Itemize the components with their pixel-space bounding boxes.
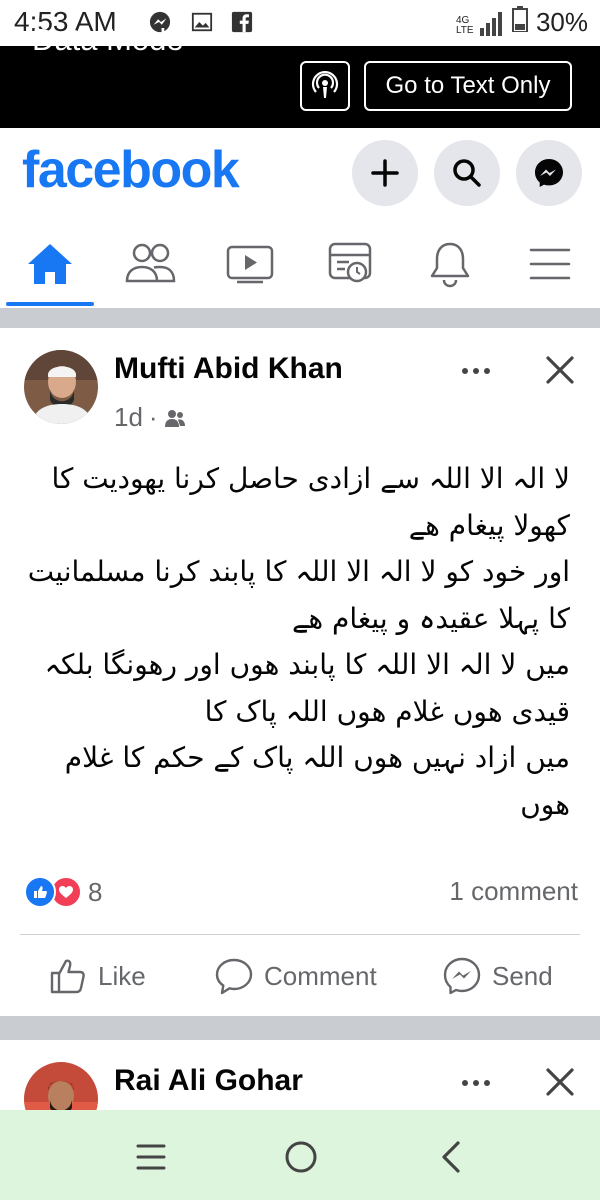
active-tab-indicator [6, 302, 94, 306]
recents-icon [136, 1144, 166, 1170]
hide-post-button[interactable] [540, 1062, 580, 1102]
facebook-logo[interactable]: facebook [22, 140, 240, 200]
like-reaction-icon [24, 876, 56, 908]
more-options-button[interactable] [456, 1068, 496, 1098]
home-button[interactable] [276, 1132, 326, 1182]
post-divider [20, 934, 580, 935]
friends-icon [125, 243, 176, 283]
feed-separator [0, 1016, 600, 1040]
facebook-icon [230, 10, 254, 34]
tab-menu[interactable] [518, 232, 582, 296]
home-icon [28, 244, 72, 284]
friends-icon [164, 409, 185, 427]
podcast-button[interactable] [300, 61, 350, 111]
close-icon [546, 356, 574, 384]
tab-notifications[interactable] [418, 232, 482, 296]
close-icon [546, 1068, 574, 1096]
broadcast-icon [311, 71, 339, 98]
messenger-icon [535, 159, 563, 187]
hide-post-button[interactable] [540, 350, 580, 390]
more-options-button[interactable] [456, 356, 496, 386]
avatar[interactable] [24, 350, 98, 424]
tab-home[interactable] [18, 232, 82, 296]
like-button[interactable]: Like [48, 954, 146, 998]
search-icon [453, 159, 481, 187]
tab-friends[interactable] [118, 232, 182, 296]
tab-watch[interactable] [218, 232, 282, 296]
post-meta: 1d · [114, 402, 186, 433]
send-label: Send [492, 960, 553, 991]
comment-label: Comment [264, 960, 377, 991]
home-circle-icon [285, 1141, 317, 1173]
network-icon: 4G LTE [456, 10, 504, 36]
comment-icon [215, 958, 253, 995]
recent-apps-button[interactable] [126, 1132, 176, 1182]
messenger-button[interactable] [516, 140, 582, 206]
comment-button[interactable]: Comment [214, 954, 377, 998]
tab-bar [0, 222, 600, 308]
search-button[interactable] [434, 140, 500, 206]
video-icon [226, 245, 274, 284]
thumbs-up-icon [50, 959, 85, 994]
back-button[interactable] [426, 1132, 476, 1182]
bell-icon [430, 242, 470, 288]
post-line: ھوں [520, 787, 570, 821]
battery-icon [511, 6, 528, 39]
post-author[interactable]: Rai Ali Gohar [114, 1064, 303, 1098]
tab-pages[interactable] [318, 232, 382, 296]
like-label: Like [98, 960, 146, 991]
send-button[interactable]: Send [442, 954, 553, 998]
reaction-count: 8 [88, 876, 103, 907]
post-body: لا الہ الا اللہ سے ازادی حاصل کرنا یھودی… [18, 456, 570, 828]
post-time[interactable]: 1d [114, 402, 143, 433]
feed-separator [0, 308, 600, 328]
image-icon [190, 10, 214, 34]
post-author[interactable]: Mufti Abid Khan [114, 352, 343, 386]
post-line: کا پہلا عقیدہ و پیغام ھے [291, 601, 570, 635]
hamburger-icon [529, 248, 571, 280]
post-line: اور خود کو لا الہ الا اللہ کا پابند کرنا… [27, 555, 570, 588]
post-line: کھولا پیغام ھے [408, 508, 570, 542]
go-to-text-only-button[interactable]: Go to Text Only [364, 61, 572, 111]
status-indicators: 4G LTE 30% [456, 6, 588, 39]
post-line: قیدی ھوں غلام ھوں اللہ پاک کا [204, 694, 570, 728]
pages-icon [328, 242, 372, 283]
chevron-left-icon [442, 1141, 460, 1173]
meta-dot: · [148, 402, 158, 432]
reactions-summary[interactable]: 8 [24, 876, 102, 908]
post-line: میں لا الہ الا اللہ کا پابند ھوں اور رھو… [44, 648, 570, 681]
messenger-icon [443, 957, 481, 995]
create-button[interactable] [352, 140, 418, 206]
plus-icon [371, 159, 399, 187]
comment-count-link[interactable]: 1 comment [449, 876, 578, 907]
post-line: لا الہ الا اللہ سے ازادی حاصل کرنا یھودی… [51, 462, 570, 495]
battery-level: 30% [535, 7, 588, 37]
post-line: میں ازاد نہیں ھوں اللہ پاک کے حکم کا غلا… [64, 741, 570, 774]
data-mode-label: Data Mode [32, 22, 184, 57]
network-label: 4G LTE [455, 14, 474, 36]
